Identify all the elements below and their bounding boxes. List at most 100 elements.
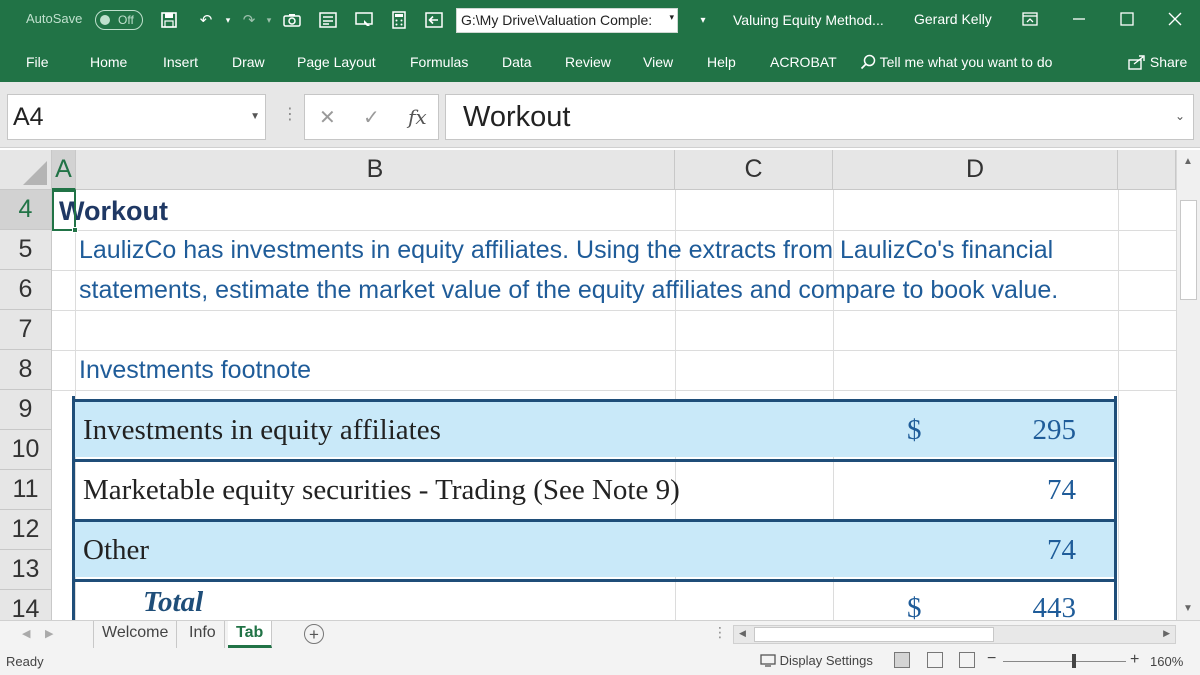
calculator-icon[interactable]	[389, 10, 409, 30]
tab-data[interactable]: Data	[502, 54, 532, 70]
active-cell-border	[52, 190, 78, 233]
page-layout-view-icon[interactable]	[927, 652, 943, 668]
toggle-knob	[100, 15, 110, 25]
cell-b5-instructions[interactable]: LaulizCo has investments in equity affil…	[79, 236, 1053, 265]
tab-split-handle-icon[interactable]: ⋮	[713, 624, 727, 641]
column-header-c[interactable]: C	[675, 150, 833, 190]
gridline	[52, 270, 1176, 271]
gridline	[52, 230, 1176, 231]
zoom-slider-thumb[interactable]	[1072, 654, 1076, 668]
page-break-view-icon[interactable]	[959, 652, 975, 668]
formula-input[interactable]: Workout ⌄	[445, 94, 1194, 140]
screen-icon[interactable]	[354, 10, 374, 30]
expand-formula-icon[interactable]: ⌄	[1175, 109, 1185, 123]
horizontal-scroll-thumb[interactable]	[754, 627, 994, 642]
sheet-tab-welcome[interactable]: Welcome	[93, 621, 178, 648]
row-header-14[interactable]: 14	[0, 590, 52, 620]
tab-file[interactable]: File	[26, 54, 49, 70]
footnote-dollar: $	[907, 414, 922, 446]
cell-b6-instructions[interactable]: statements, estimate the market value of…	[79, 276, 1058, 305]
back-icon[interactable]	[424, 10, 444, 30]
autosave-toggle[interactable]: Off	[95, 10, 143, 30]
camera-icon[interactable]	[282, 10, 302, 30]
footnote-label: Investments in equity affiliates	[83, 414, 441, 446]
tab-view[interactable]: View	[643, 54, 673, 70]
minimize-icon[interactable]	[1067, 8, 1091, 30]
row-header-12[interactable]: 12	[0, 510, 52, 550]
next-sheet-icon[interactable]: ▶	[45, 627, 53, 640]
tell-me-box[interactable]: Tell me what you want to do	[860, 54, 1052, 70]
insert-function-icon[interactable]: fx	[408, 105, 427, 129]
autosave-state: Off	[118, 13, 134, 27]
maximize-icon[interactable]	[1115, 8, 1139, 30]
column-header-b[interactable]: B	[76, 150, 675, 190]
tab-page-layout[interactable]: Page Layout	[297, 54, 376, 70]
scroll-right-icon[interactable]: ▶	[1163, 628, 1170, 639]
display-settings-icon	[760, 654, 776, 667]
enter-icon[interactable]: ✓	[363, 105, 380, 130]
zoom-in-icon[interactable]: +	[1130, 651, 1139, 669]
name-box[interactable]: A4 ▼	[7, 94, 266, 140]
tab-home[interactable]: Home	[90, 54, 127, 70]
customize-toolbar-icon[interactable]: ▾	[693, 10, 713, 30]
row-header-9[interactable]: 9	[0, 390, 52, 430]
chevron-down-icon: ▾	[669, 12, 674, 22]
tab-review[interactable]: Review	[565, 54, 611, 70]
zoom-slider[interactable]	[1003, 661, 1126, 662]
row-header-11[interactable]: 11	[0, 470, 52, 510]
drag-handle-icon[interactable]: ⋮	[282, 104, 298, 124]
cancel-icon[interactable]: ✕	[319, 105, 336, 130]
redo-dropdown-icon[interactable]: ▾	[259, 10, 279, 30]
tab-formulas[interactable]: Formulas	[410, 54, 468, 70]
sheet-tab-bar: ◀ ▶ Welcome Info Tab + ⋮ ◀ ▶	[0, 620, 1200, 648]
display-settings-label: Display Settings	[779, 653, 873, 668]
share-icon	[1128, 55, 1145, 70]
form-icon[interactable]	[318, 10, 338, 30]
redo-icon[interactable]: ↷	[239, 10, 259, 30]
row-header-10[interactable]: 10	[0, 430, 52, 470]
sheet-tab-tab[interactable]: Tab	[228, 621, 273, 648]
close-icon[interactable]	[1163, 8, 1187, 30]
row-header-8[interactable]: 8	[0, 350, 52, 390]
row-header-6[interactable]: 6	[0, 270, 52, 310]
tab-help[interactable]: Help	[707, 54, 736, 70]
sheet-tab-info[interactable]: Info	[181, 621, 225, 648]
gridline	[1118, 190, 1119, 620]
column-header-e[interactable]	[1118, 150, 1176, 190]
chevron-down-icon: ▼	[250, 111, 260, 122]
tab-draw[interactable]: Draw	[232, 54, 265, 70]
prev-sheet-icon[interactable]: ◀	[22, 627, 30, 640]
tab-acrobat[interactable]: ACROBAT	[770, 54, 837, 70]
save-icon[interactable]	[159, 10, 179, 30]
fill-handle[interactable]	[72, 227, 78, 233]
vertical-scrollbar[interactable]: ▲ ▼	[1176, 150, 1200, 620]
file-path-box[interactable]: G:\My Drive\Valuation Comple: ▾	[456, 8, 678, 33]
row-header-4[interactable]: 4	[0, 190, 52, 230]
select-all-triangle	[23, 161, 47, 185]
cell-b8-footnote-title[interactable]: Investments footnote	[79, 356, 311, 385]
undo-dropdown-icon[interactable]: ▾	[218, 10, 238, 30]
tab-insert[interactable]: Insert	[163, 54, 198, 70]
column-header-d[interactable]: D	[833, 150, 1118, 190]
scroll-up-icon[interactable]: ▲	[1183, 156, 1193, 167]
zoom-out-icon[interactable]: −	[987, 650, 996, 668]
column-header-a[interactable]: A	[52, 150, 76, 190]
add-sheet-icon[interactable]: +	[304, 624, 324, 644]
row-header-5[interactable]: 5	[0, 230, 52, 270]
scroll-thumb[interactable]	[1180, 200, 1197, 300]
footnote-value: 295	[1032, 414, 1077, 446]
share-button[interactable]: Share	[1128, 54, 1187, 70]
scroll-down-icon[interactable]: ▼	[1183, 603, 1193, 614]
ribbon-display-icon[interactable]	[1018, 8, 1042, 30]
select-all-corner[interactable]	[0, 150, 52, 190]
zoom-level[interactable]: 160%	[1150, 654, 1183, 669]
investments-footnote-image[interactable]: Investments in equity affiliates $ 295 M…	[72, 396, 1117, 620]
row-header-7[interactable]: 7	[0, 310, 52, 350]
undo-icon[interactable]: ↶	[196, 10, 216, 30]
row-header-13[interactable]: 13	[0, 550, 52, 590]
user-name[interactable]: Gerard Kelly	[914, 11, 992, 27]
horizontal-scrollbar[interactable]: ◀ ▶	[733, 625, 1176, 644]
scroll-left-icon[interactable]: ◀	[739, 628, 746, 639]
normal-view-icon[interactable]	[894, 652, 910, 668]
display-settings-button[interactable]: Display Settings	[760, 653, 873, 668]
